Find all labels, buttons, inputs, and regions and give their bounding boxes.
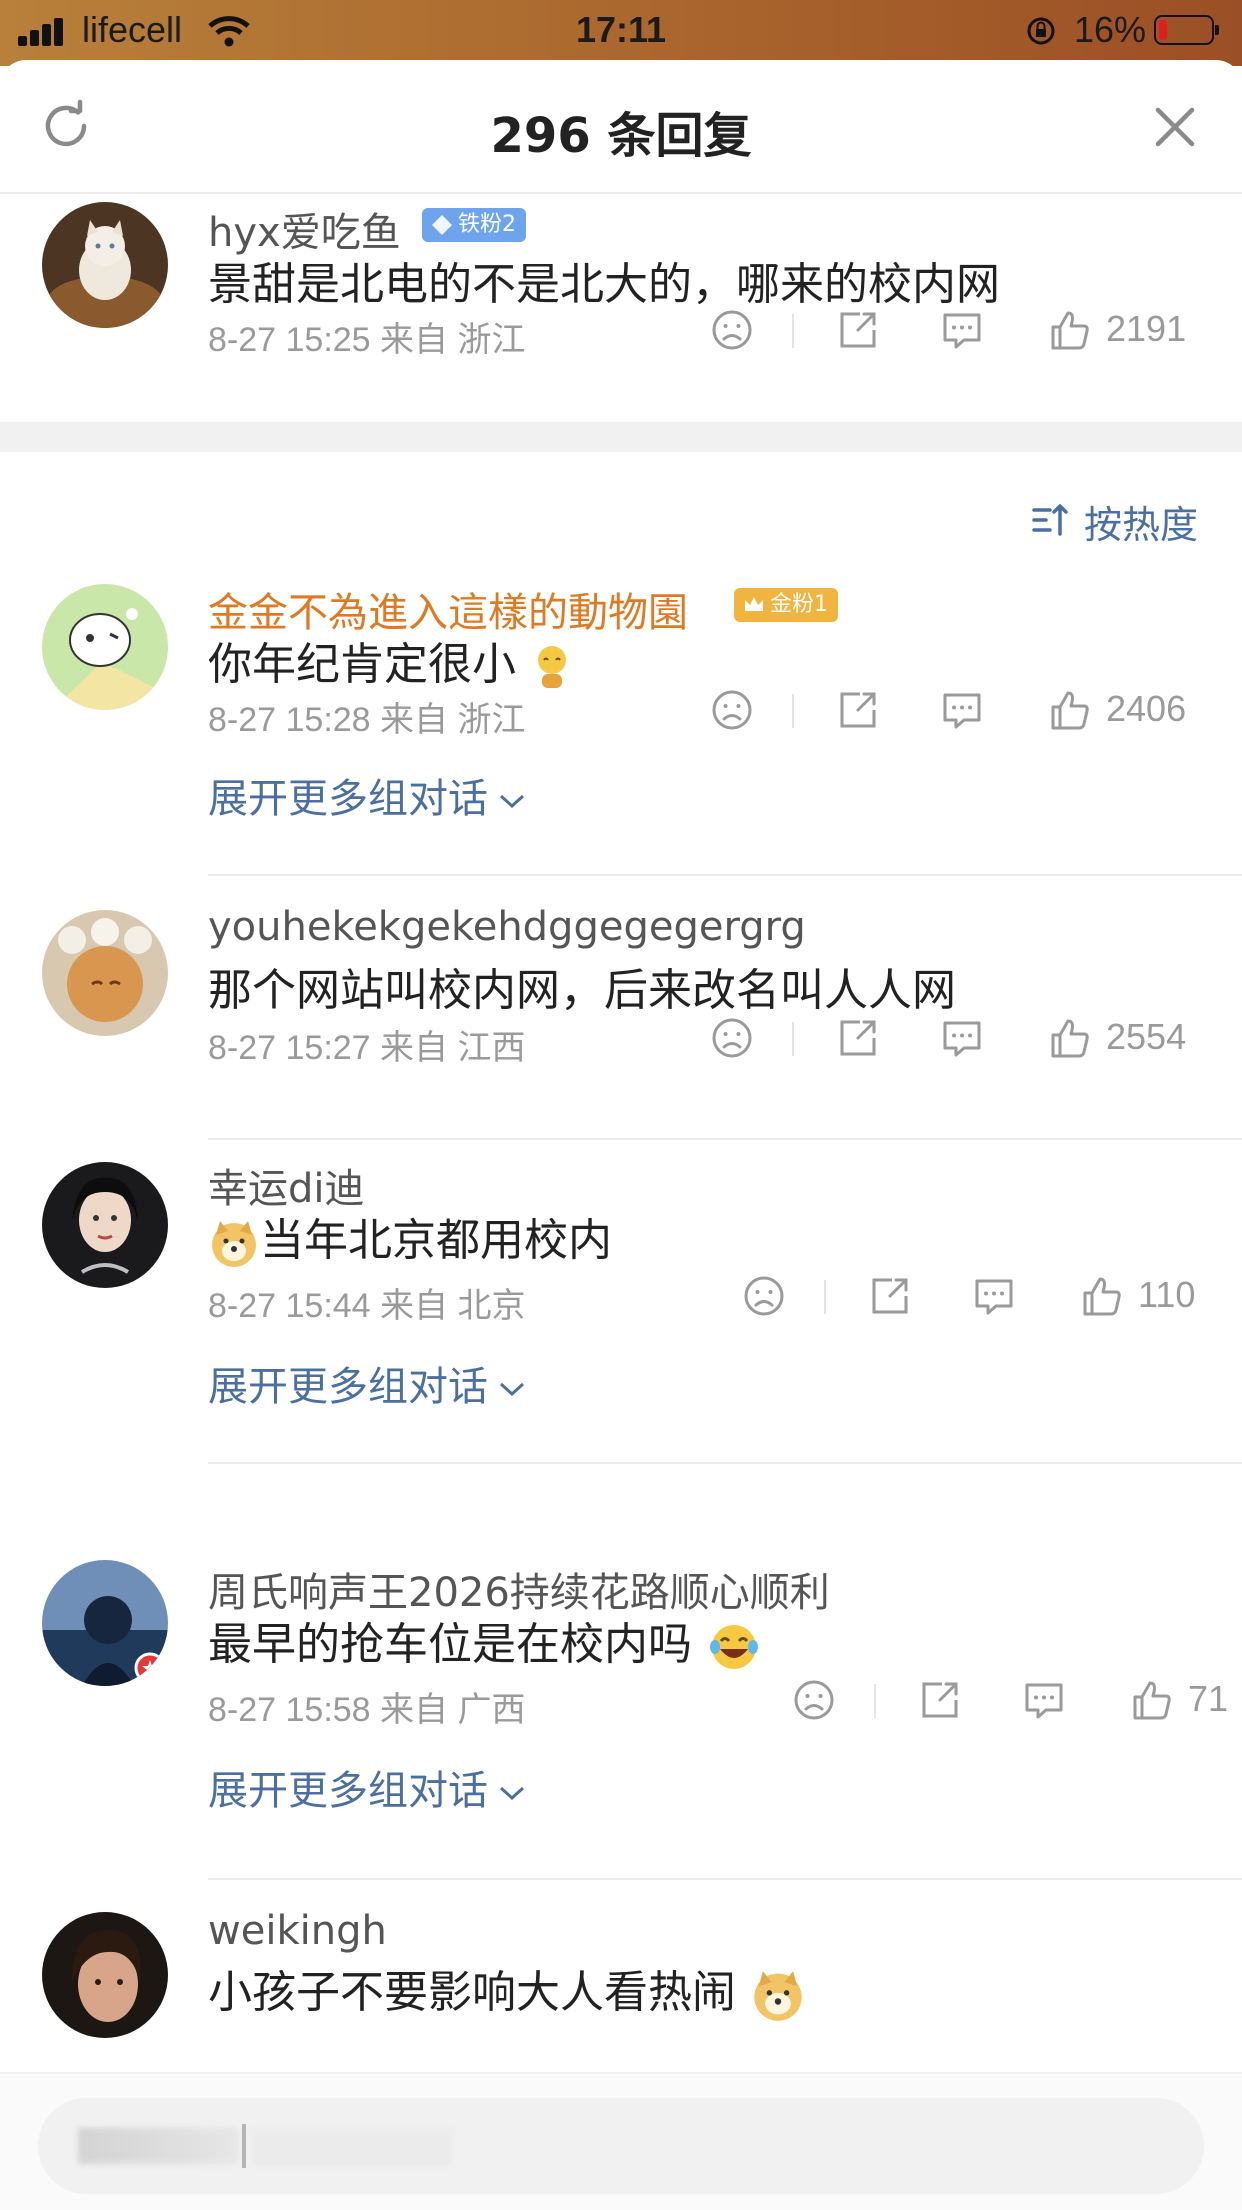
dislike-icon[interactable] <box>710 1016 754 1060</box>
comment-text: 小孩子不要影响大人看热闹 <box>208 1956 806 2023</box>
comment-text-body: 当年北京都用校内 <box>260 1215 612 1266</box>
chevron-down-icon <box>499 1382 525 1397</box>
blurred-placeholder <box>78 2128 238 2164</box>
comment-icon[interactable] <box>940 688 984 732</box>
dislike-icon[interactable] <box>710 308 754 352</box>
comment-meta: 8-27 15:25 来自 浙江 <box>208 321 526 359</box>
avatar[interactable] <box>42 1162 168 1288</box>
list-item: 金金不為進入這樣的動物園 金粉1 你年纪肯定很小 8-27 15:28 来自 浙… <box>0 584 1242 880</box>
section-divider <box>0 422 1242 452</box>
expand-label: 展开更多组对话 <box>208 1768 488 1814</box>
expand-label: 展开更多组对话 <box>208 1364 488 1410</box>
like-count: 110 <box>1138 1274 1196 1315</box>
username[interactable]: weikingh <box>208 1908 387 1954</box>
dislike-icon[interactable] <box>742 1274 786 1318</box>
avatar[interactable] <box>42 584 168 710</box>
sort-icon <box>1032 504 1068 536</box>
comment-actions: 2554 <box>710 1016 1200 1064</box>
list-item: weikingh 小孩子不要影响大人看热闹 <box>0 1880 1242 2070</box>
list-item: 幸运di迪 当年北京都用校内 8-27 15:44 来自 北京 110 展开更多… <box>0 1138 1242 1490</box>
laughing-emoji-icon <box>710 1625 758 1669</box>
like-icon[interactable] <box>1048 308 1092 352</box>
list-item: 周氏响声王2026持续花路顺心顺利 最早的抢车位是在校内吗 8-27 15:58… <box>0 1490 1242 1880</box>
comment-text: 那个网站叫校内网，后来改名叫人人网 <box>208 965 956 1016</box>
comment-actions: 2406 <box>710 688 1200 736</box>
battery-icon <box>1154 15 1219 45</box>
fan-badge: 金粉1 <box>734 588 838 622</box>
crown-icon <box>745 597 763 611</box>
blurred-placeholder <box>252 2128 452 2166</box>
comment-meta: 8-27 15:28 来自 浙江 <box>208 701 526 739</box>
sort-toggle[interactable]: 按热度 <box>1032 494 1198 547</box>
comment-icon[interactable] <box>1022 1678 1066 1722</box>
expand-replies-link[interactable]: 展开更多组对话 <box>208 1354 526 1412</box>
comment-text: 当年北京都用校内 <box>208 1204 612 1269</box>
avatar[interactable] <box>42 202 168 328</box>
comment-input-bar <box>0 2072 1242 2210</box>
like-icon[interactable] <box>1048 1016 1092 1060</box>
share-icon[interactable] <box>836 1016 880 1060</box>
share-icon[interactable] <box>918 1678 962 1722</box>
fan-badge-label: 铁粉2 <box>458 212 516 237</box>
root-comment: hyx爱吃鱼 铁粉2 景甜是北电的不是北大的，哪来的校内网 8-27 15:25… <box>0 192 1242 422</box>
comment-meta: 8-27 15:58 来自 广西 <box>208 1691 526 1729</box>
fan-badge: 铁粉2 <box>422 208 526 242</box>
diamond-icon <box>432 215 452 235</box>
share-icon[interactable] <box>868 1274 912 1318</box>
expand-label: 展开更多组对话 <box>208 776 488 822</box>
like-icon[interactable] <box>1130 1678 1174 1722</box>
shy-emoji-icon <box>538 646 566 688</box>
doge-emoji-icon <box>212 1221 256 1267</box>
chevron-down-icon <box>499 794 525 809</box>
comment-text: 你年纪肯定很小 <box>208 628 574 692</box>
like-icon[interactable] <box>1048 688 1092 732</box>
sheet-header: 296 条回复 <box>0 60 1242 194</box>
text-cursor <box>242 2124 246 2168</box>
comment-input[interactable] <box>38 2098 1204 2194</box>
dislike-icon[interactable] <box>710 688 754 732</box>
like-count: 2554 <box>1106 1016 1187 1057</box>
avatar[interactable] <box>42 1560 168 1686</box>
list-item: youhekekgekehdggegegergrg 那个网站叫校内网，后来改名叫… <box>0 880 1242 1140</box>
comment-text: 景甜是北电的不是北大的，哪来的校内网 <box>208 259 1000 310</box>
dislike-icon[interactable] <box>792 1678 836 1722</box>
comment-icon[interactable] <box>940 1016 984 1060</box>
like-count: 71 <box>1188 1678 1229 1719</box>
share-icon[interactable] <box>836 688 880 732</box>
comment-actions: 110 <box>742 1274 1200 1322</box>
fan-badge-label: 金粉1 <box>770 592 828 617</box>
chevron-down-icon <box>499 1786 525 1801</box>
orientation-lock-icon <box>1027 17 1055 45</box>
expand-replies-link[interactable]: 展开更多组对话 <box>208 766 526 824</box>
share-icon[interactable] <box>836 308 880 352</box>
close-icon[interactable] <box>1150 102 1200 152</box>
comment-text-body: 小孩子不要影响大人看热闹 <box>208 1967 736 2018</box>
comment-text-body: 最早的抢车位是在校内吗 <box>208 1619 692 1670</box>
like-count: 2406 <box>1106 688 1187 729</box>
like-count: 2191 <box>1106 308 1187 349</box>
status-bar: lifecell 17:11 16% <box>0 0 1242 66</box>
comment-meta: 8-27 15:44 来自 北京 <box>208 1287 526 1325</box>
sort-label: 按热度 <box>1083 503 1198 547</box>
avatar[interactable] <box>42 1912 168 2038</box>
like-icon[interactable] <box>1080 1274 1124 1318</box>
comment-meta: 8-27 15:27 来自 江西 <box>208 1029 526 1067</box>
username[interactable]: youhekekgekehdggegegergrg <box>208 904 806 950</box>
comment-icon[interactable] <box>940 308 984 352</box>
doge-emoji-icon <box>754 1971 802 2021</box>
comment-actions: 71 <box>792 1678 1228 1726</box>
avatar[interactable] <box>42 910 168 1036</box>
expand-replies-link[interactable]: 展开更多组对话 <box>208 1758 526 1816</box>
comment-text-body: 你年纪肯定很小 <box>208 639 516 690</box>
comment-actions: 2191 <box>710 308 1200 356</box>
comment-text: 最早的抢车位是在校内吗 <box>208 1608 762 1673</box>
comment-icon[interactable] <box>972 1274 1016 1318</box>
page-title: 296 条回复 <box>490 108 752 164</box>
battery-percent: 16% <box>1074 9 1147 50</box>
